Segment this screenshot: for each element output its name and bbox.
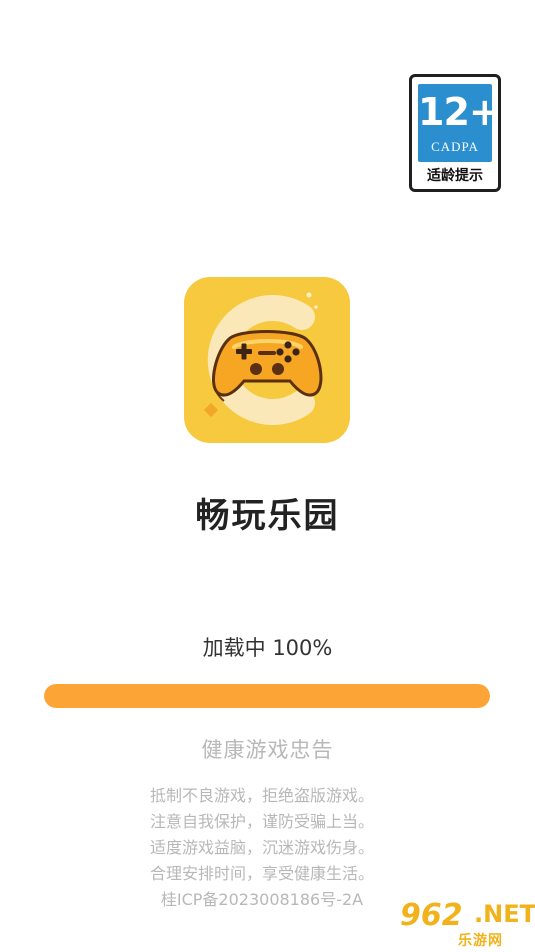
age-rating-tip: 适龄提示 bbox=[427, 168, 483, 184]
gamepad-icon bbox=[203, 292, 323, 425]
loading-status: 加载中 100% bbox=[202, 636, 333, 660]
age-rating-block: 12+ CADPA bbox=[418, 84, 501, 162]
age-rating-org: CADPA bbox=[431, 139, 479, 154]
health-advisory-title: 健康游戏忠告 bbox=[201, 738, 334, 762]
watermark-sub: 乐游网 bbox=[458, 933, 503, 949]
advisory-line: 适度游戏益脑，沉迷游戏伤身。 bbox=[149, 838, 374, 857]
advisory-line: 抵制不良游戏，拒绝盗版游戏。 bbox=[149, 786, 374, 805]
watermark-brand: 962 bbox=[400, 898, 463, 933]
app-icon bbox=[184, 277, 350, 443]
age-rating-number: 12+ bbox=[418, 90, 501, 134]
advisory-line: 合理安排时间，享受健康生活。 bbox=[149, 864, 374, 883]
age-rating-badge: 12+ CADPA 适龄提示 bbox=[409, 74, 501, 192]
watermark-suffix: .NET bbox=[474, 900, 535, 928]
loading-progress-bar bbox=[44, 684, 490, 708]
site-watermark: 962 .NET 乐游网 bbox=[396, 898, 535, 952]
app-name: 畅玩乐园 bbox=[195, 496, 340, 536]
advisory-line: 注意自我保护，谨防受骗上当。 bbox=[149, 812, 374, 831]
loading-progress-fill bbox=[44, 684, 490, 708]
health-advisory-text: 抵制不良游戏，拒绝盗版游戏。 注意自我保护，谨防受骗上当。 适度游戏益脑，沉迷游… bbox=[0, 783, 524, 913]
